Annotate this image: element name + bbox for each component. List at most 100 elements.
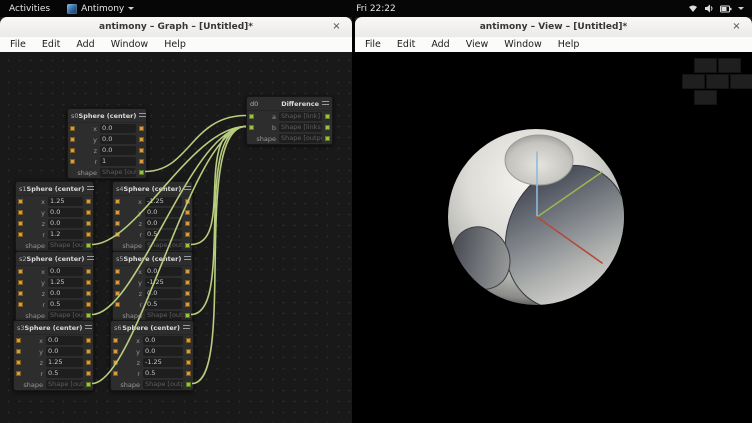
input-connector[interactable] <box>113 371 118 376</box>
output-connector[interactable] <box>139 170 144 175</box>
graph-canvas[interactable]: s0Sphere (center)x0.0y0.0z0.0r1shapeShap… <box>0 52 352 423</box>
s4-r-field[interactable]: 0.5 <box>145 230 182 239</box>
input-connector[interactable] <box>16 349 21 354</box>
node-s5-header[interactable]: s5Sphere (center) <box>113 252 192 266</box>
input-connector[interactable] <box>18 269 23 274</box>
s3-y-field[interactable]: 0.0 <box>46 347 83 356</box>
d0-shape-field[interactable]: Shape [output] <box>279 134 322 143</box>
input-connector[interactable] <box>115 291 120 296</box>
output-connector[interactable] <box>86 349 91 354</box>
output-connector[interactable] <box>185 221 190 226</box>
output-connector[interactable] <box>325 125 330 130</box>
output-connector[interactable] <box>86 269 91 274</box>
menu-graph-add[interactable]: Add <box>68 37 102 52</box>
output-connector[interactable] <box>185 210 190 215</box>
s6-y-field[interactable]: 0.0 <box>143 347 183 356</box>
node-s4[interactable]: s4Sphere (center)x-1.25y0.0z0.0r0.5shape… <box>112 181 193 252</box>
input-connector[interactable] <box>18 221 23 226</box>
output-connector[interactable] <box>86 338 91 343</box>
input-connector[interactable] <box>115 232 120 237</box>
s5-shape-field[interactable]: Shape [output] <box>145 311 182 320</box>
s1-r-field[interactable]: 1.2 <box>48 230 83 239</box>
input-connector[interactable] <box>70 126 75 131</box>
activities-button[interactable]: Activities <box>0 0 59 17</box>
input-connector[interactable] <box>115 302 120 307</box>
node-menu-icon[interactable] <box>322 100 329 107</box>
node-s0-header[interactable]: s0Sphere (center) <box>68 109 146 123</box>
input-connector[interactable] <box>70 137 75 142</box>
input-connector[interactable] <box>18 232 23 237</box>
graph-window-titlebar[interactable]: antimony – Graph – [Untitled]* × <box>0 17 352 38</box>
s6-shape-field[interactable]: Shape [output] <box>143 380 183 389</box>
s5-z-field[interactable]: 0.0 <box>145 289 182 298</box>
s0-shape-field[interactable]: Shape [output] <box>100 168 136 177</box>
input-connector[interactable] <box>115 221 120 226</box>
input-connector[interactable] <box>115 210 120 215</box>
output-connector[interactable] <box>86 243 91 248</box>
input-connector[interactable] <box>18 199 23 204</box>
menu-graph-edit[interactable]: Edit <box>34 37 68 52</box>
input-connector[interactable] <box>115 280 120 285</box>
system-tray[interactable] <box>688 4 752 13</box>
output-connector[interactable] <box>185 199 190 204</box>
input-connector[interactable] <box>16 338 21 343</box>
s5-r-field[interactable]: 0.5 <box>145 300 182 309</box>
output-connector[interactable] <box>86 313 91 318</box>
output-connector[interactable] <box>86 221 91 226</box>
orientation-tile-2[interactable] <box>682 74 705 89</box>
output-connector[interactable] <box>186 371 191 376</box>
orientation-tile-5[interactable] <box>694 90 717 105</box>
s1-z-field[interactable]: 0.0 <box>48 219 83 228</box>
node-s3[interactable]: s3Sphere (center)x0.0y0.0z1.25r0.5shapeS… <box>13 320 94 391</box>
menu-graph-file[interactable]: File <box>2 37 34 52</box>
s2-x-field[interactable]: 0.0 <box>48 267 83 276</box>
output-connector[interactable] <box>186 338 191 343</box>
input-connector[interactable] <box>18 302 23 307</box>
output-connector[interactable] <box>86 371 91 376</box>
s4-z-field[interactable]: 0.0 <box>145 219 182 228</box>
node-menu-icon[interactable] <box>85 324 92 331</box>
output-connector[interactable] <box>185 280 190 285</box>
s2-shape-field[interactable]: Shape [output] <box>48 311 83 320</box>
s5-y-field[interactable]: -1.25 <box>145 278 182 287</box>
input-connector[interactable] <box>249 125 254 130</box>
menu-view-add[interactable]: Add <box>423 37 457 52</box>
node-s6-header[interactable]: s6Sphere (center) <box>111 321 193 335</box>
s6-z-field[interactable]: -1.25 <box>143 358 183 367</box>
output-connector[interactable] <box>139 148 144 153</box>
s4-y-field[interactable]: 0.0 <box>145 208 182 217</box>
s4-x-field[interactable]: -1.25 <box>145 197 182 206</box>
node-s1-header[interactable]: s1Sphere (center) <box>16 182 93 196</box>
output-connector[interactable] <box>86 280 91 285</box>
output-connector[interactable] <box>86 291 91 296</box>
menu-view-help[interactable]: Help <box>550 37 588 52</box>
menu-view-window[interactable]: Window <box>496 37 549 52</box>
s6-r-field[interactable]: 0.5 <box>143 369 183 378</box>
output-connector[interactable] <box>86 210 91 215</box>
input-connector[interactable] <box>113 338 118 343</box>
s0-r-field[interactable]: 1 <box>100 157 136 166</box>
node-d0[interactable]: d0DifferenceaShape [link]bShape [links]s… <box>246 96 333 145</box>
close-icon[interactable]: × <box>730 20 743 33</box>
s2-z-field[interactable]: 0.0 <box>48 289 83 298</box>
d0-b-field[interactable]: Shape [links] <box>279 123 322 132</box>
input-connector[interactable] <box>113 360 118 365</box>
output-connector[interactable] <box>185 302 190 307</box>
input-connector[interactable] <box>249 114 254 119</box>
node-s1[interactable]: s1Sphere (center)x1.25y0.0z0.0r1.2shapeS… <box>15 181 94 252</box>
node-s2-header[interactable]: s2Sphere (center) <box>16 252 93 266</box>
input-connector[interactable] <box>115 199 120 204</box>
s1-x-field[interactable]: 1.25 <box>48 197 83 206</box>
node-menu-icon[interactable] <box>184 255 191 262</box>
output-connector[interactable] <box>185 243 190 248</box>
s3-shape-field[interactable]: Shape [output] <box>46 380 83 389</box>
s5-x-field[interactable]: 0.0 <box>145 267 182 276</box>
output-connector[interactable] <box>185 269 190 274</box>
menu-view-edit[interactable]: Edit <box>389 37 423 52</box>
input-connector[interactable] <box>70 148 75 153</box>
view-window-titlebar[interactable]: antimony – View – [Untitled]* × <box>355 17 752 38</box>
output-connector[interactable] <box>185 313 190 318</box>
s3-r-field[interactable]: 0.5 <box>46 369 83 378</box>
output-connector[interactable] <box>86 382 91 387</box>
output-connector[interactable] <box>185 232 190 237</box>
